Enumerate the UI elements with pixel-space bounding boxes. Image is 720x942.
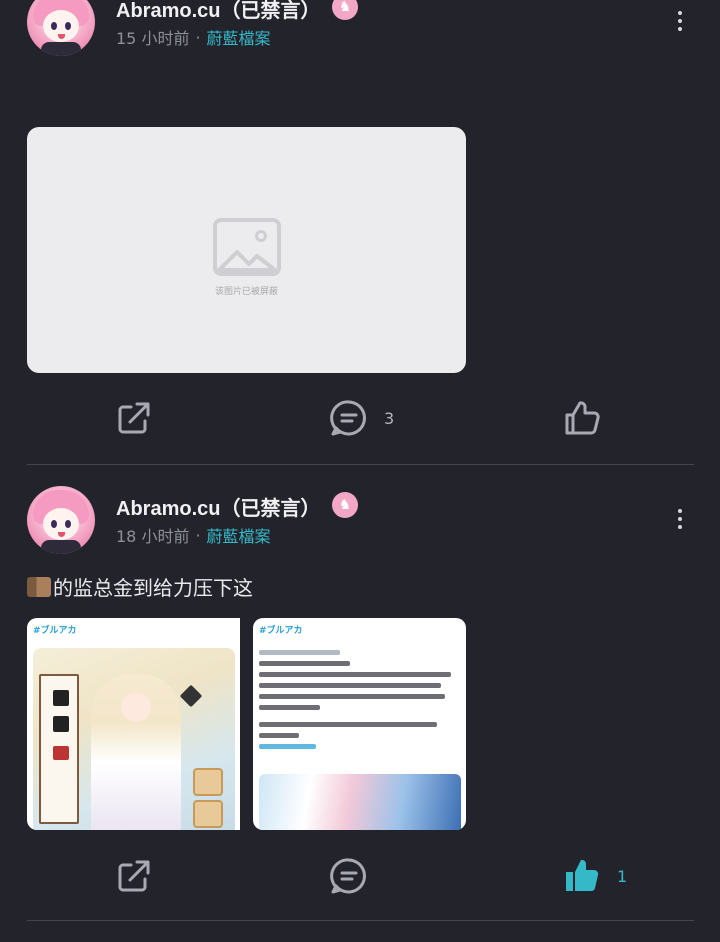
blocked-image-placeholder: 该图片已被屏蔽 — [27, 127, 466, 373]
post-feed: Abramo.cu（已禁言） ♞ 15 小时前 · 蔚藍檔案 该图片已被屏蔽 3… — [0, 0, 720, 942]
author-name[interactable]: Abramo.cu（已禁言） — [116, 0, 320, 23]
post: Abramo.cu（已禁言） ♞ 18 小时前 · 蔚藍檔案 的监总金到给力压下… — [0, 486, 720, 921]
like-button[interactable] — [563, 398, 617, 438]
post-actions: 1 — [0, 856, 720, 896]
emoji-icon — [27, 576, 51, 597]
like-count: 1 — [617, 866, 628, 886]
comment-icon — [330, 400, 366, 436]
channel-link[interactable]: 蔚藍檔案 — [207, 523, 271, 547]
post-divider — [27, 920, 694, 921]
comment-button[interactable]: 3 — [330, 398, 394, 438]
meta-separator: · — [195, 27, 201, 47]
thumbs-up-icon — [565, 401, 600, 435]
image-tag: #ブルアカ — [259, 626, 303, 636]
avatar[interactable] — [27, 486, 95, 554]
share-icon — [118, 402, 150, 434]
meta-separator: · — [195, 525, 201, 545]
post: Abramo.cu（已禁言） ♞ 15 小时前 · 蔚藍檔案 该图片已被屏蔽 3 — [0, 0, 720, 465]
share-button[interactable] — [115, 398, 153, 438]
like-button[interactable]: 1 — [563, 856, 627, 896]
post-actions: 3 — [0, 398, 720, 438]
channel-link[interactable]: 蔚藍檔案 — [207, 25, 271, 49]
post-meta: 18 小时前 · 蔚藍檔案 — [116, 523, 271, 547]
post-time: 15 小时前 — [116, 29, 190, 48]
unicorn-badge-icon: ♞ — [332, 0, 358, 20]
more-options-icon[interactable] — [670, 8, 690, 34]
announcement-text-block — [259, 640, 461, 755]
comment-count: 3 — [384, 408, 395, 428]
comment-button[interactable] — [330, 856, 384, 896]
post-header: Abramo.cu（已禁言） ♞ 15 小时前 · 蔚藍檔案 — [0, 0, 720, 66]
post-text: 的监总金到给力压下这 — [27, 572, 253, 601]
character-artwork — [33, 648, 235, 830]
post-image[interactable]: #ブルアカ — [27, 618, 240, 830]
author-name[interactable]: Abramo.cu（已禁言） — [116, 492, 320, 521]
share-button[interactable] — [115, 856, 153, 896]
image-tag: #ブルアカ — [33, 626, 77, 636]
post-meta: 15 小时前 · 蔚藍檔案 — [116, 25, 271, 49]
blocked-image-caption: 该图片已被屏蔽 — [214, 286, 278, 297]
event-banner — [259, 774, 461, 830]
more-options-icon[interactable] — [670, 506, 690, 532]
post-divider — [27, 464, 694, 465]
avatar[interactable] — [27, 0, 95, 56]
comment-icon — [330, 858, 366, 894]
post-header: Abramo.cu（已禁言） ♞ 18 小时前 · 蔚藍檔案 — [0, 486, 720, 564]
post-text-content: 的监总金到给力压下这 — [53, 576, 253, 600]
thumbs-up-filled-icon — [566, 859, 599, 892]
image-placeholder-icon — [212, 217, 281, 276]
share-icon — [118, 860, 150, 892]
post-image[interactable]: #ブルアカ — [253, 618, 466, 830]
unicorn-badge-icon: ♞ — [332, 492, 358, 518]
post-time: 18 小时前 — [116, 527, 190, 546]
